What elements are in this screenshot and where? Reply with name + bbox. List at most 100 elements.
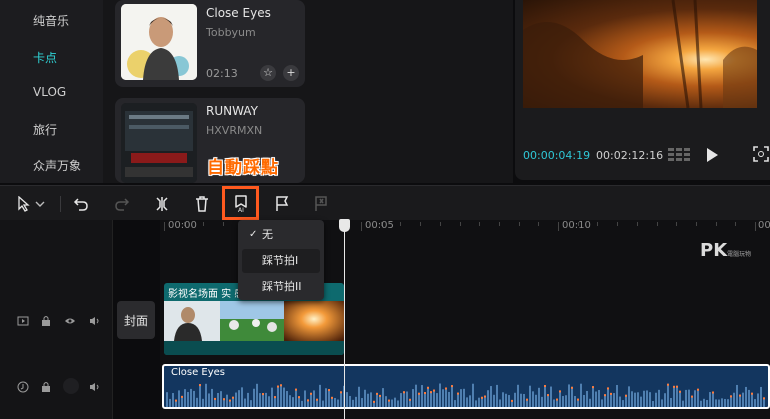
undo-icon[interactable] — [69, 192, 93, 216]
waveform-bar — [454, 400, 456, 407]
ruler-tick — [735, 222, 737, 226]
waveform-bar — [637, 392, 639, 407]
category-item-beat[interactable]: 卡点 — [33, 49, 57, 66]
waveform-bar — [424, 392, 426, 407]
ruler-tick — [420, 222, 422, 226]
toolbar-divider — [60, 196, 61, 212]
ruler-label: 00:15 — [758, 220, 770, 231]
waveform-bar — [451, 385, 453, 407]
playhead[interactable] — [344, 222, 345, 419]
waveform-peak — [679, 390, 681, 393]
waveform-bar — [715, 399, 717, 407]
waveform-peak — [199, 384, 201, 387]
waveform-bar — [631, 391, 633, 407]
waveform-peak — [571, 386, 573, 389]
lock-icon[interactable] — [39, 314, 53, 328]
waveform-peak — [625, 394, 627, 397]
waveform-peak — [409, 398, 411, 401]
add-marker-icon[interactable] — [270, 192, 294, 216]
waveform-peak — [673, 385, 675, 388]
audio-clip[interactable]: Close Eyes — [162, 364, 770, 409]
song-artist: Tobbyum — [206, 26, 256, 39]
category-item-voices[interactable]: 众声万象 — [33, 157, 81, 174]
waveform-bar — [580, 383, 582, 407]
waveform-bar — [727, 399, 729, 407]
clip-thumbnail — [220, 301, 284, 341]
waveform-bar — [703, 398, 705, 407]
timeline-toolbar: AI — [0, 185, 770, 220]
play-button[interactable] — [705, 147, 719, 167]
waveform-bar — [517, 384, 519, 407]
category-item-travel[interactable]: 旅行 — [33, 121, 57, 138]
waveform-bar — [220, 391, 222, 407]
visibility-eye-icon[interactable] — [63, 314, 77, 328]
ruler-label: 00:10 — [562, 220, 591, 231]
menu-item-none[interactable]: ✓ 无 — [242, 223, 320, 247]
waveform-bar — [532, 391, 534, 407]
fullscreen-icon[interactable] — [753, 146, 769, 166]
waveform-bar — [619, 396, 621, 407]
waveform-bar — [241, 387, 243, 407]
waveform-bar — [256, 383, 258, 407]
waveform-bar — [397, 400, 399, 407]
waveform-bar — [721, 398, 723, 407]
waveform-bar — [364, 389, 366, 407]
waveform-bar — [568, 384, 570, 407]
waveform-bar — [658, 389, 660, 407]
waveform-bar — [259, 393, 261, 407]
category-item-pure-music[interactable]: 纯音乐 — [33, 12, 69, 29]
category-item-vlog[interactable]: VLOG — [33, 85, 66, 99]
waveform-bar — [391, 399, 393, 407]
track-headers — [0, 220, 113, 419]
waveform-grid-icon[interactable] — [668, 147, 690, 167]
ruler-tick — [498, 222, 500, 226]
menu-item-beat-1[interactable]: 踩节拍I — [242, 249, 320, 273]
waveform-bar — [523, 393, 525, 407]
delete-icon[interactable] — [190, 192, 214, 216]
ruler-tick — [636, 222, 638, 226]
waveform-peak — [307, 399, 309, 402]
favorite-star-icon[interactable]: ☆ — [260, 65, 276, 81]
remove-marker-icon[interactable] — [309, 192, 333, 216]
menu-item-label: 踩节拍II — [262, 280, 302, 293]
waveform-bar — [670, 397, 672, 407]
waveform-bar — [430, 391, 432, 407]
waveform-peak — [379, 394, 381, 397]
split-icon[interactable] — [150, 192, 174, 216]
waveform-bar — [505, 393, 507, 407]
waveform-bar — [508, 395, 510, 407]
menu-item-beat-2[interactable]: 踩节拍II — [242, 275, 320, 299]
ruler-tick — [439, 222, 441, 226]
waveform-bar — [205, 383, 207, 407]
waveform-bar — [346, 392, 348, 407]
track-toggle[interactable] — [63, 378, 79, 394]
waveform-peak — [376, 392, 378, 395]
waveform-peak — [445, 387, 447, 390]
add-icon[interactable]: + — [283, 65, 299, 81]
volume-icon[interactable] — [88, 380, 102, 394]
lock-icon[interactable] — [39, 380, 53, 394]
waveform-bar — [445, 387, 447, 407]
waveform-bar — [733, 392, 735, 407]
video-preview-panel: 00:00:04:19 00:02:12:16 — [515, 0, 770, 180]
volume-icon[interactable] — [88, 314, 102, 328]
waveform-peak — [295, 388, 297, 391]
waveform-bar — [439, 383, 441, 407]
playhead-handle[interactable] — [339, 219, 350, 232]
waveform-bar — [700, 400, 702, 407]
waveform-bar — [493, 394, 495, 407]
waveform-bar — [682, 400, 684, 407]
waveform-bar — [487, 390, 489, 407]
waveform-bar — [622, 400, 624, 407]
redo-icon[interactable] — [110, 192, 134, 216]
music-card[interactable]: Close Eyes Tobbyum 02:13 ☆ + — [115, 0, 305, 87]
chevron-down-icon[interactable] — [33, 192, 47, 216]
waveform-bar — [199, 384, 201, 407]
waveform-bar — [436, 393, 438, 407]
waveform-bar — [355, 396, 357, 407]
cover-button[interactable]: 封面 — [117, 301, 155, 339]
waveform-bar — [322, 400, 324, 407]
waveform-bar — [340, 391, 342, 407]
waveform-bar — [463, 388, 465, 407]
waveform-bar — [283, 387, 285, 407]
